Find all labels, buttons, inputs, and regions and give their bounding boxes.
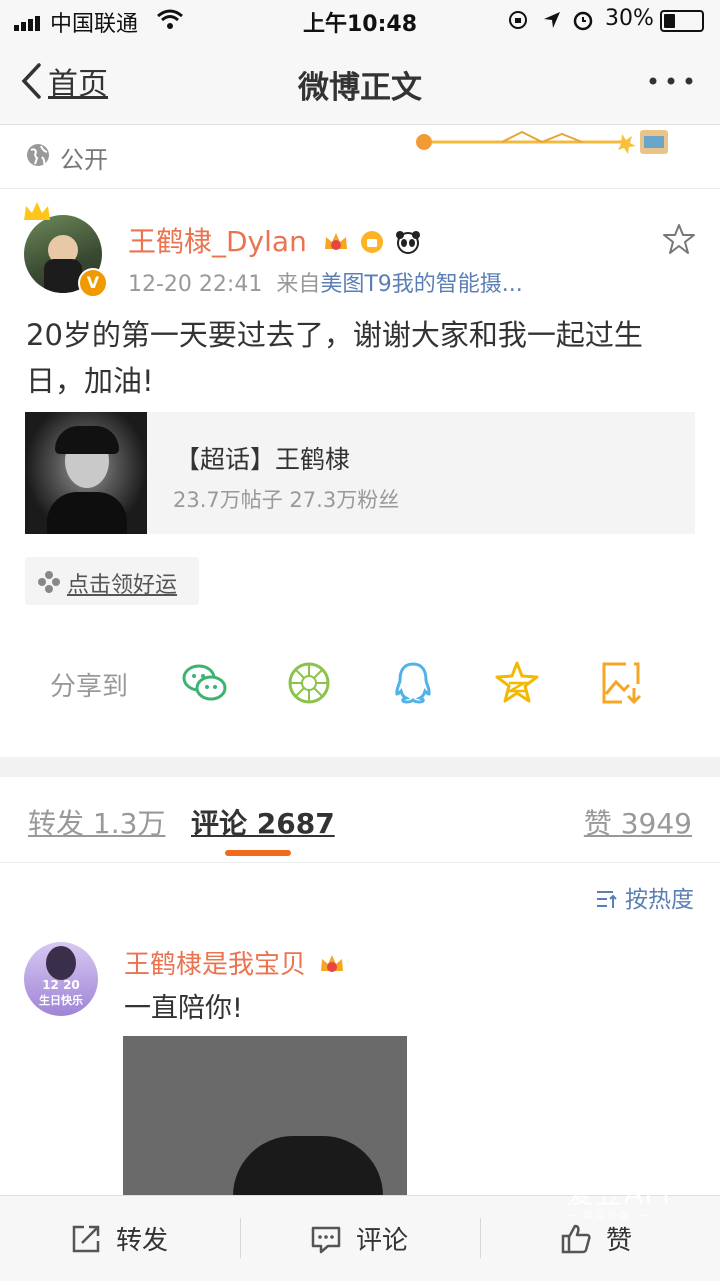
comment-button[interactable]: 评论 bbox=[310, 1196, 408, 1281]
repost-button[interactable]: 转发 bbox=[70, 1196, 168, 1281]
tab-active-indicator bbox=[225, 850, 291, 856]
comment-image[interactable] bbox=[123, 1036, 407, 1206]
avatar-body bbox=[44, 259, 82, 293]
luck-button[interactable]: 点击领好运 bbox=[25, 557, 199, 605]
tab-comment[interactable]: 评论 2687 bbox=[191, 802, 335, 842]
luck-label: 点击领好运 bbox=[67, 573, 178, 598]
commenter-name-text: 王鹤棣是我宝贝 bbox=[124, 950, 307, 980]
tab-like[interactable]: 赞 3949 bbox=[584, 802, 692, 842]
sort-by-hot-button[interactable]: 按热度 bbox=[595, 880, 694, 914]
comment-text: 一直陪你! bbox=[124, 993, 243, 1024]
author-name[interactable]: 王鹤棣_Dylan bbox=[128, 220, 422, 260]
crown-icon bbox=[24, 202, 50, 220]
post-source-link[interactable]: 美图T9我的智能摄... bbox=[320, 272, 522, 297]
tab-divider bbox=[0, 862, 720, 863]
qq-icon[interactable] bbox=[388, 658, 438, 708]
topic-thumbnail bbox=[25, 412, 147, 534]
vip-crown-icon bbox=[321, 955, 344, 972]
tab-repost[interactable]: 转发 1.3万 bbox=[28, 802, 165, 842]
moments-icon[interactable] bbox=[284, 658, 334, 708]
globe-icon bbox=[27, 144, 49, 166]
commenter-avatar[interactable]: 12 20 生日快乐 bbox=[24, 942, 98, 1016]
comment-label: 评论 bbox=[356, 1226, 409, 1256]
visibility-row: 公开 bbox=[0, 124, 720, 189]
repost-label: 转发 bbox=[116, 1226, 169, 1256]
bottom-separator bbox=[480, 1218, 481, 1258]
favorite-star-icon[interactable] bbox=[662, 222, 696, 256]
nav-bar: 首页 微博正文 bbox=[0, 40, 720, 125]
page-title: 微博正文 bbox=[298, 70, 422, 106]
topic-stats: 23.7万帖子 27.3万粉丝 bbox=[173, 488, 400, 512]
avatar-date-text: 12 20 bbox=[42, 978, 80, 992]
card-decoration bbox=[416, 130, 668, 154]
location-icon bbox=[544, 12, 560, 28]
battery-fill bbox=[664, 14, 675, 28]
watermark-tagline: — 追星必备 — bbox=[566, 1210, 649, 1221]
share-label: 分享到 bbox=[50, 672, 129, 702]
comment-icon bbox=[311, 1226, 341, 1253]
battery-icon bbox=[660, 10, 704, 32]
post-body: 20岁的第一天要过去了，谢谢大家和我一起过生日，加油! bbox=[26, 318, 643, 398]
source-prefix: 来自 bbox=[276, 272, 321, 297]
author-name-text: 王鹤棣_Dylan bbox=[128, 225, 307, 258]
super-topic-card[interactable]: 【超话】王鹤棣 23.7万帖子 27.3万粉丝 bbox=[25, 412, 695, 534]
panda-icon bbox=[395, 231, 420, 254]
commenter-name[interactable]: 王鹤棣是我宝贝 bbox=[124, 944, 346, 981]
avatar-birthday-text: 生日快乐 bbox=[39, 994, 83, 1007]
section-gap bbox=[0, 757, 720, 777]
like-label: 赞 bbox=[606, 1226, 633, 1256]
battery-percent: 30% bbox=[605, 6, 654, 31]
status-bar: 中国联通 上午10:48 30% bbox=[0, 0, 720, 40]
alarm-icon bbox=[573, 11, 593, 31]
sort-label: 按热度 bbox=[625, 887, 694, 913]
vip-crown-icon bbox=[324, 233, 347, 250]
topic-title: 【超话】王鹤棣 bbox=[175, 445, 351, 474]
member-badge-icon bbox=[360, 231, 383, 253]
post-meta: 12-20 22:41 来自美图T9我的智能摄... bbox=[128, 266, 523, 298]
thumbnail-body bbox=[47, 492, 127, 534]
qzone-icon[interactable] bbox=[492, 658, 542, 708]
repost-icon bbox=[72, 1225, 100, 1252]
visibility-label: 公开 bbox=[60, 146, 108, 174]
clover-icon bbox=[38, 571, 60, 593]
orientation-lock-icon bbox=[509, 11, 527, 29]
sort-icon bbox=[597, 891, 617, 908]
thumbnail-hair bbox=[55, 426, 119, 454]
verified-badge: V bbox=[78, 268, 108, 298]
bottom-separator bbox=[240, 1218, 241, 1258]
wechat-icon[interactable] bbox=[180, 658, 230, 708]
save-image-icon[interactable] bbox=[596, 658, 646, 708]
post-time: 12-20 22:41 bbox=[128, 272, 263, 297]
ellipsis-icon[interactable] bbox=[648, 76, 694, 86]
commenter-avatar-figure bbox=[46, 946, 76, 980]
thumbs-up-icon bbox=[561, 1224, 591, 1253]
